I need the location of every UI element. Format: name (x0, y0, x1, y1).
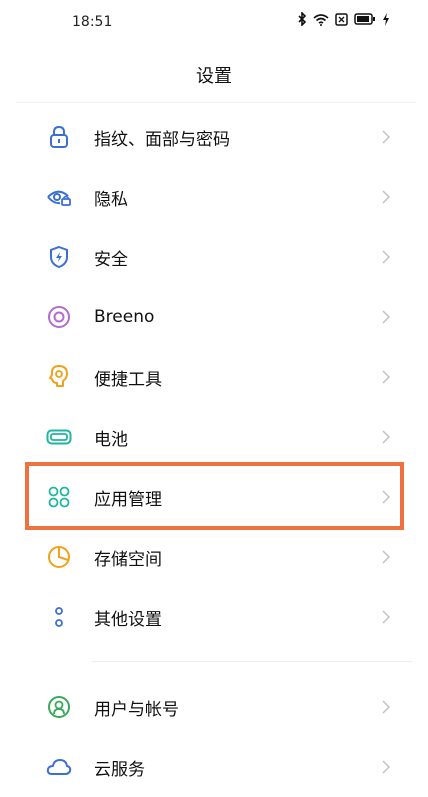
status-icons (297, 12, 390, 26)
privacy-eye-icon (46, 184, 72, 210)
chevron-right-icon (380, 189, 392, 205)
chevron-right-icon (380, 309, 392, 325)
chevron-right-icon (380, 759, 392, 775)
menu-item-breeno[interactable]: Breeno (0, 287, 428, 347)
sim-icon (335, 12, 348, 26)
chevron-right-icon (380, 249, 392, 265)
battery-icon (354, 13, 376, 25)
breeno-icon (46, 304, 72, 330)
cloud-icon (46, 754, 72, 780)
menu-item-label: 电池 (94, 429, 128, 450)
menu-item-fingerprint-face-password[interactable]: 指纹、面部与密码 (0, 107, 428, 167)
menu-item-other-settings[interactable]: 其他设置 (0, 587, 428, 647)
menu-item-cloud-service[interactable]: 云服务 (0, 737, 428, 797)
highlight-box (25, 462, 404, 530)
chevron-right-icon (380, 609, 392, 625)
wifi-icon (313, 13, 329, 26)
more-dots-icon (46, 604, 72, 630)
storage-pie-icon (46, 544, 72, 570)
menu-item-label: 用户与帐号 (94, 699, 179, 720)
menu-item-label: Breeno (94, 307, 155, 327)
menu-item-convenience-tools[interactable]: 便捷工具 (0, 347, 428, 407)
menu-item-label: 存储空间 (94, 549, 162, 570)
menu-item-label: 云服务 (94, 759, 145, 780)
title-divider (16, 102, 416, 103)
chevron-right-icon (380, 429, 392, 445)
bluetooth-icon (297, 12, 307, 26)
menu-item-storage[interactable]: 存储空间 (0, 527, 428, 587)
menu-item-label: 便捷工具 (94, 369, 162, 390)
menu-item-label: 指纹、面部与密码 (94, 129, 230, 150)
charging-icon (382, 12, 390, 26)
page-title: 设置 (196, 66, 232, 87)
menu-item-privacy[interactable]: 隐私 (0, 167, 428, 227)
menu-item-label: 隐私 (94, 189, 128, 210)
tools-bulb-icon (46, 364, 72, 390)
menu-item-users-accounts[interactable]: 用户与帐号 (0, 677, 428, 737)
chevron-right-icon (380, 129, 392, 145)
user-account-icon (46, 694, 72, 720)
chevron-right-icon (380, 549, 392, 565)
menu-item-label: 安全 (94, 249, 128, 270)
section-divider (92, 661, 412, 662)
menu-item-battery[interactable]: 电池 (0, 407, 428, 467)
status-time: 18:51 (72, 14, 113, 30)
menu-item-label: 其他设置 (94, 609, 162, 630)
chevron-right-icon (380, 699, 392, 715)
status-bar: 18:51 (0, 0, 428, 44)
battery-menu-icon (46, 424, 72, 450)
shield-icon (46, 244, 72, 270)
lock-icon (46, 124, 72, 150)
menu-item-security[interactable]: 安全 (0, 227, 428, 287)
chevron-right-icon (380, 369, 392, 385)
